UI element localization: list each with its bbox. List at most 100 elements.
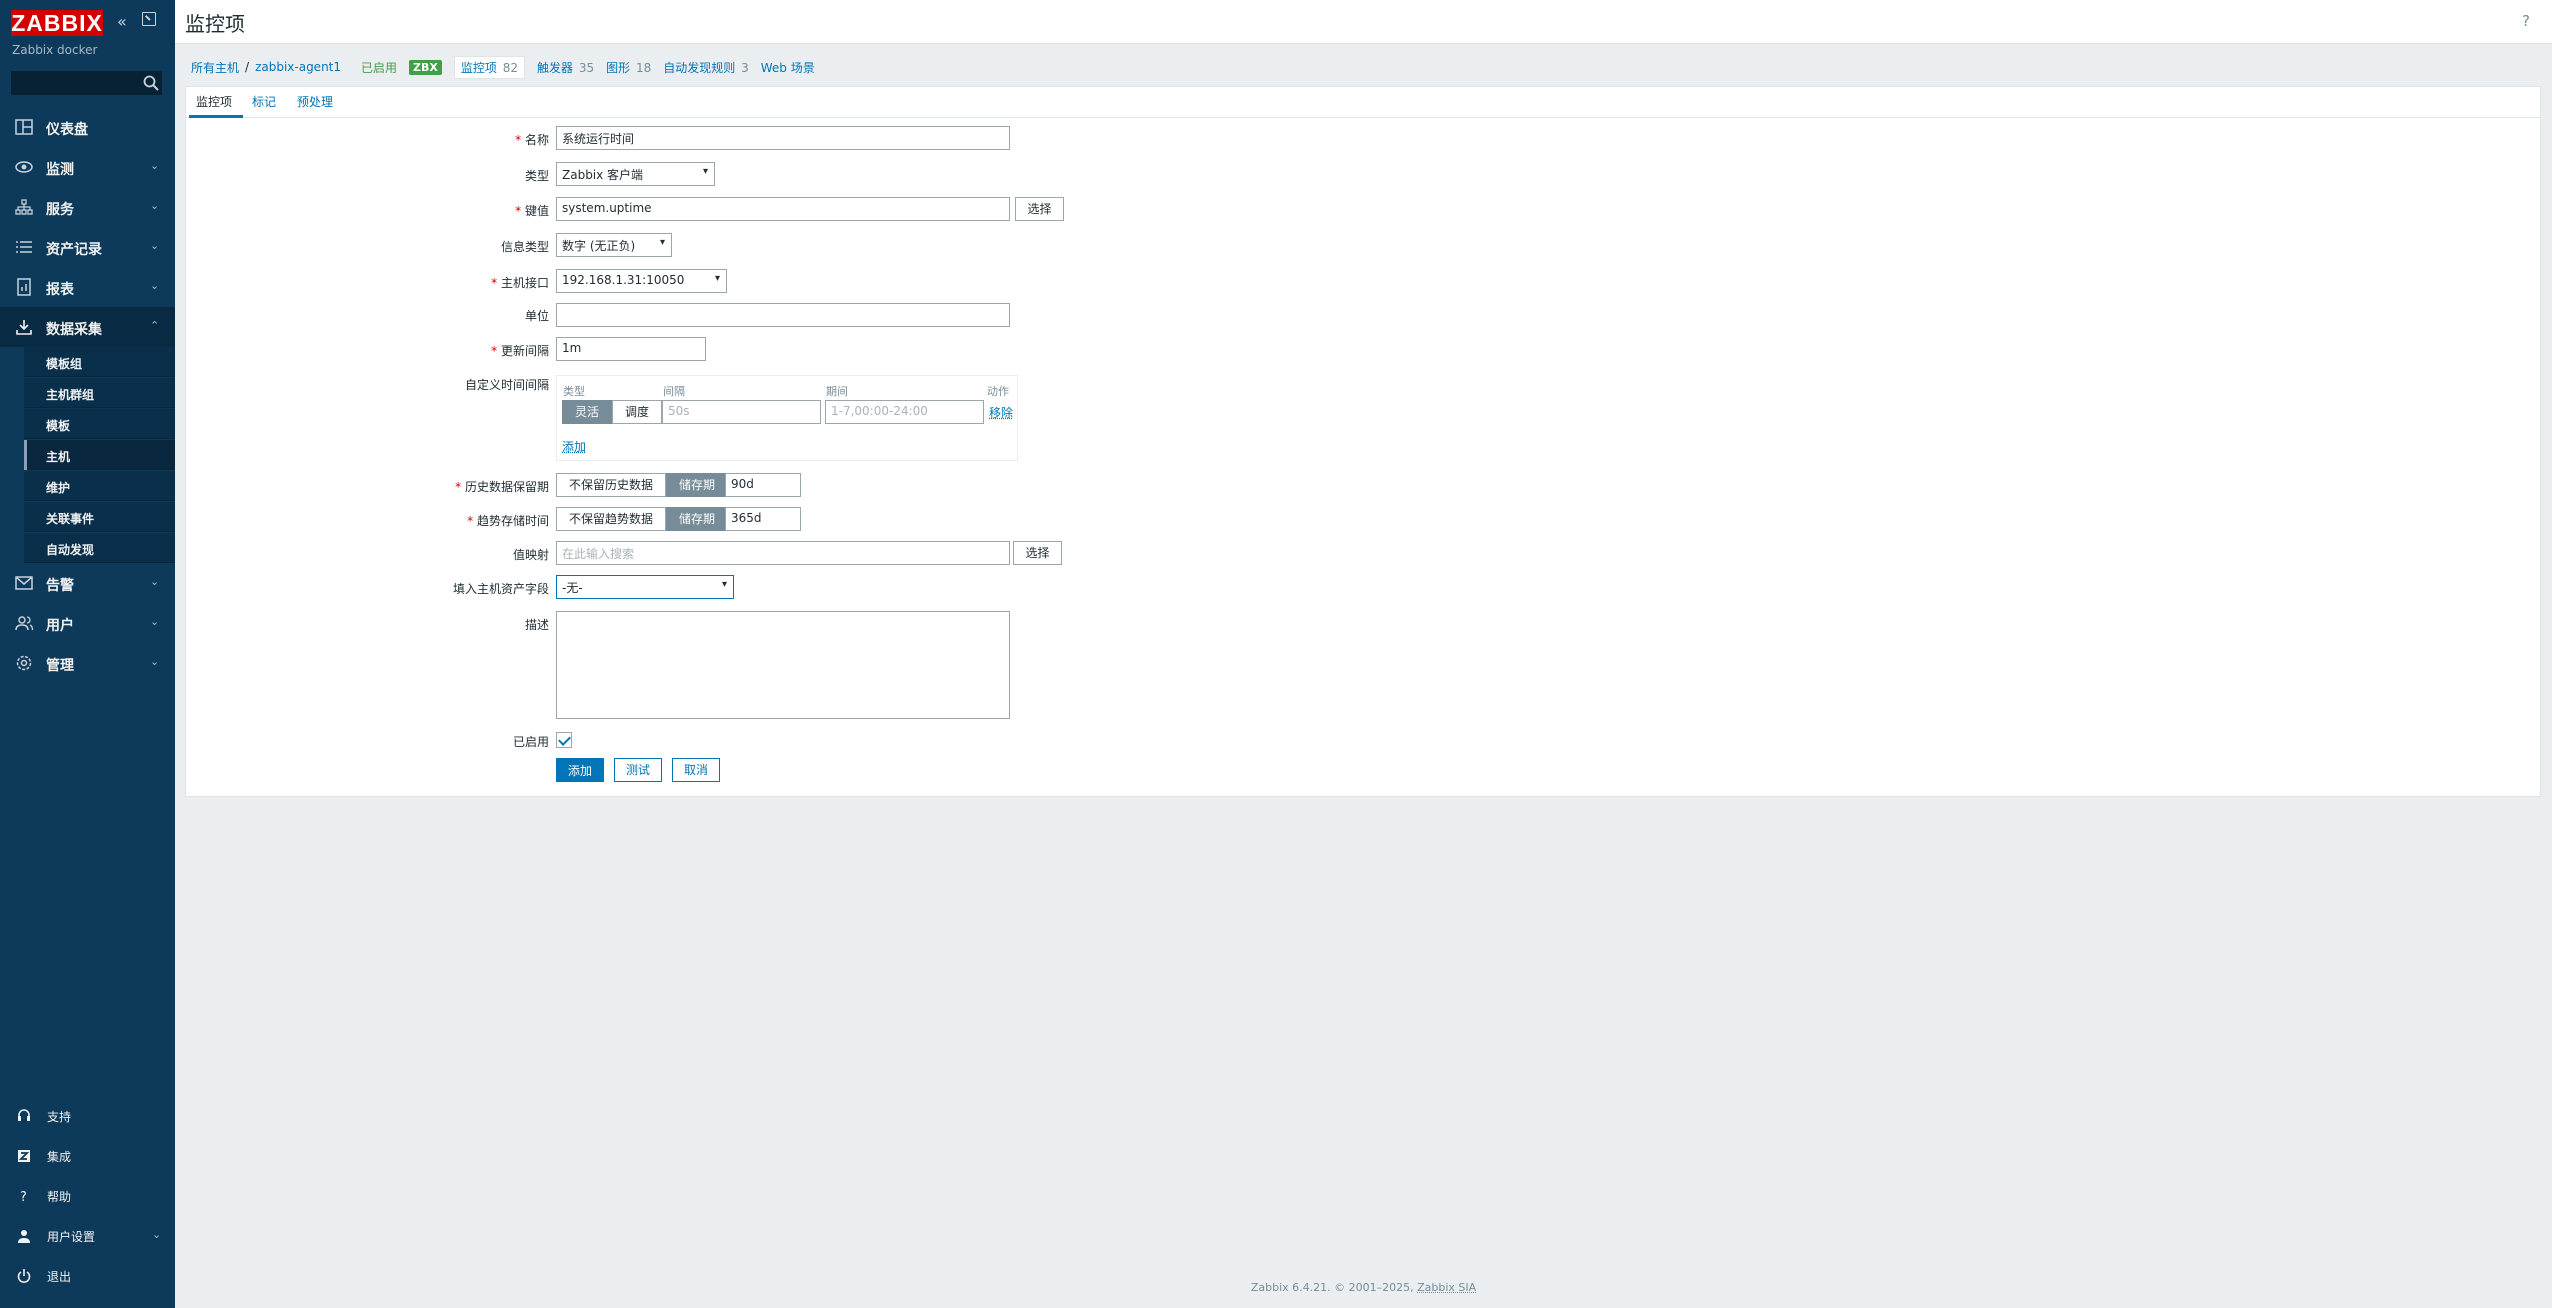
description-textarea[interactable] [556,611,1010,719]
interface-select[interactable]: 192.168.1.31:10050 ▾ [556,269,727,293]
sidebar-item-sign-out[interactable]: 退出 [0,1258,175,1294]
key-input[interactable]: system.uptime [556,197,1010,221]
sidebar: ZABBIX « Zabbix docker 仪表盘 监测 ⌄ 服务 ⌄ 资产记… [0,0,175,1308]
sidebar-subitem-maintenance[interactable]: 维护 [24,471,175,501]
breadcrumb-all-hosts[interactable]: 所有主机 [191,59,239,76]
valuemap-select-button[interactable]: 选择 [1013,541,1062,565]
key-select-button[interactable]: 选择 [1015,197,1064,221]
sidebar-item-integrations[interactable]: 集成 [0,1138,175,1174]
sidebar-subitem-label: 主机 [46,450,71,464]
sidebar-item-administration[interactable]: 管理 ⌄ [0,643,175,683]
ci-remove-link[interactable]: 移除 [989,404,1013,421]
sidebar-subitem-event-correlation[interactable]: 关联事件 [24,502,175,532]
name-label-text: 名称 [524,133,549,147]
host-tab-label: 自动发现规则 [663,60,736,75]
ci-interval-input[interactable]: 50s [662,400,821,424]
host-tab-label: 监控项 [460,60,497,75]
valuemap-input[interactable]: 在此输入搜索 [556,541,1010,565]
host-tab-items[interactable]: 监控项 82 [453,55,525,79]
help-icon[interactable]: ? [2522,12,2530,30]
host-tab-triggers[interactable]: 触发器 35 [537,59,594,76]
history-do-not-keep-button[interactable]: 不保留历史数据 [556,473,667,497]
collapse-sidebar-icon[interactable]: « [117,12,127,32]
sidebar-item-data-collection[interactable]: 数据采集 ⌃ [0,307,175,347]
sidebar-subitem-template-groups[interactable]: 模板组 [24,347,175,377]
sidebar-subitem-host-groups[interactable]: 主机群组 [24,378,175,408]
sidebar-item-dashboard[interactable]: 仪表盘 [0,107,175,147]
sidebar-item-services[interactable]: 服务 ⌄ [0,187,175,227]
ci-add-link[interactable]: 添加 [562,438,586,455]
sidebar-subitem-discovery[interactable]: 自动发现 [24,533,175,563]
enabled-checkbox[interactable] [556,732,572,748]
ci-flexible-button[interactable]: 灵活 [562,400,613,424]
breadcrumb: 所有主机 / zabbix-agent1 已启用 ZBX 监控项 82 触发器 … [191,55,815,79]
type-select-value: Zabbix 客户端 [562,168,644,182]
breadcrumb-host[interactable]: zabbix-agent1 [255,60,341,74]
ci-period-input[interactable]: 1-7,00:00-24:00 [825,400,984,424]
tab-preprocessing[interactable]: 预处理 [297,93,333,110]
sidebar-subitem-label: 主机群组 [46,388,95,402]
trends-storage-period-button[interactable]: 储存期 [666,507,729,531]
page-title: 监控项 [185,12,245,36]
footer-link[interactable]: Zabbix SIA [1417,1281,1476,1294]
ci-header-action: 动作 [987,385,1009,398]
add-button[interactable]: 添加 [556,758,604,782]
users-icon [15,616,34,631]
host-tab-discovery-rules[interactable]: 自动发现规则 3 [663,59,748,76]
search-icon[interactable] [142,74,160,92]
key-label-text: 键值 [524,204,549,218]
units-input[interactable] [556,303,1010,327]
name-input[interactable]: 系统运行时间 [556,126,1010,150]
interval-label: 更新间隔 [309,342,549,359]
chevron-down-icon: ⌄ [152,1228,162,1241]
inventory-select[interactable]: -无- ▾ [556,575,734,599]
host-status-enabled[interactable]: 已启用 [361,59,397,76]
custom-intervals-table: 类型 间隔 期间 动作 灵活 调度 50s 1-7,00:00-24:00 移除… [556,375,1018,461]
sidebar-item-label: 告警 [46,578,74,594]
reports-icon [17,278,31,296]
download-icon [16,320,32,335]
zabbix-logo[interactable]: ZABBIX [11,10,103,36]
sidebar-subitem-hosts[interactable]: 主机 [24,440,175,470]
type-select[interactable]: Zabbix 客户端 ▾ [556,162,715,186]
sidebar-item-monitoring[interactable]: 监测 ⌄ [0,147,175,187]
trends-label-text: 趋势存储时间 [476,514,549,528]
host-tab-web-scenarios[interactable]: Web 场景 [761,59,815,76]
dashboard-icon [15,119,33,135]
sidebar-item-user-settings[interactable]: 用户设置 ⌄ [0,1218,175,1254]
item-form-panel: 监控项 标记 预处理 名称 系统运行时间 类型 Zabbix 客户端 ▾ 键值 s… [185,86,2541,797]
sidebar-subitem-label: 自动发现 [46,543,95,557]
interval-input[interactable]: 1m [556,337,706,361]
trends-label: 趋势存储时间 [309,512,549,529]
chevron-down-icon: ▾ [702,166,708,177]
ci-scheduling-button[interactable]: 调度 [612,400,663,424]
sidebar-item-users[interactable]: 用户 ⌄ [0,603,175,643]
tab-tags[interactable]: 标记 [252,93,276,110]
history-storage-period-button[interactable]: 储存期 [666,473,729,497]
sidebar-search-input[interactable] [11,71,162,95]
integrations-icon [18,1150,30,1162]
chevron-down-icon: ▾ [659,237,665,248]
sidebar-item-alerts[interactable]: 告警 ⌄ [0,563,175,603]
test-button[interactable]: 测试 [614,758,662,782]
sidebar-item-reports[interactable]: 报表 ⌄ [0,267,175,307]
kiosk-mode-icon[interactable] [142,12,156,26]
sidebar-item-inventory[interactable]: 资产记录 ⌄ [0,227,175,267]
trends-input[interactable]: 365d [725,507,801,531]
cancel-button[interactable]: 取消 [672,758,720,782]
chevron-down-icon: ⌄ [150,159,160,172]
ci-header-interval: 间隔 [663,385,685,398]
sidebar-item-support[interactable]: 支持 [0,1098,175,1134]
chevron-down-icon: ⌄ [150,199,160,212]
host-tab-count: 18 [635,60,652,75]
tab-item[interactable]: 监控项 [196,93,232,110]
trends-do-not-keep-button[interactable]: 不保留趋势数据 [556,507,667,531]
eye-icon [15,161,33,173]
sidebar-subitem-templates[interactable]: 模板 [24,409,175,439]
history-input[interactable]: 90d [725,473,801,497]
chevron-down-icon: ⌄ [150,575,160,588]
info-type-select[interactable]: 数字 (无正负) ▾ [556,233,672,257]
host-tab-graphs[interactable]: 图形 18 [606,59,651,76]
sidebar-item-label: 集成 [47,1150,72,1164]
sidebar-item-help[interactable]: ? 帮助 [0,1178,175,1214]
